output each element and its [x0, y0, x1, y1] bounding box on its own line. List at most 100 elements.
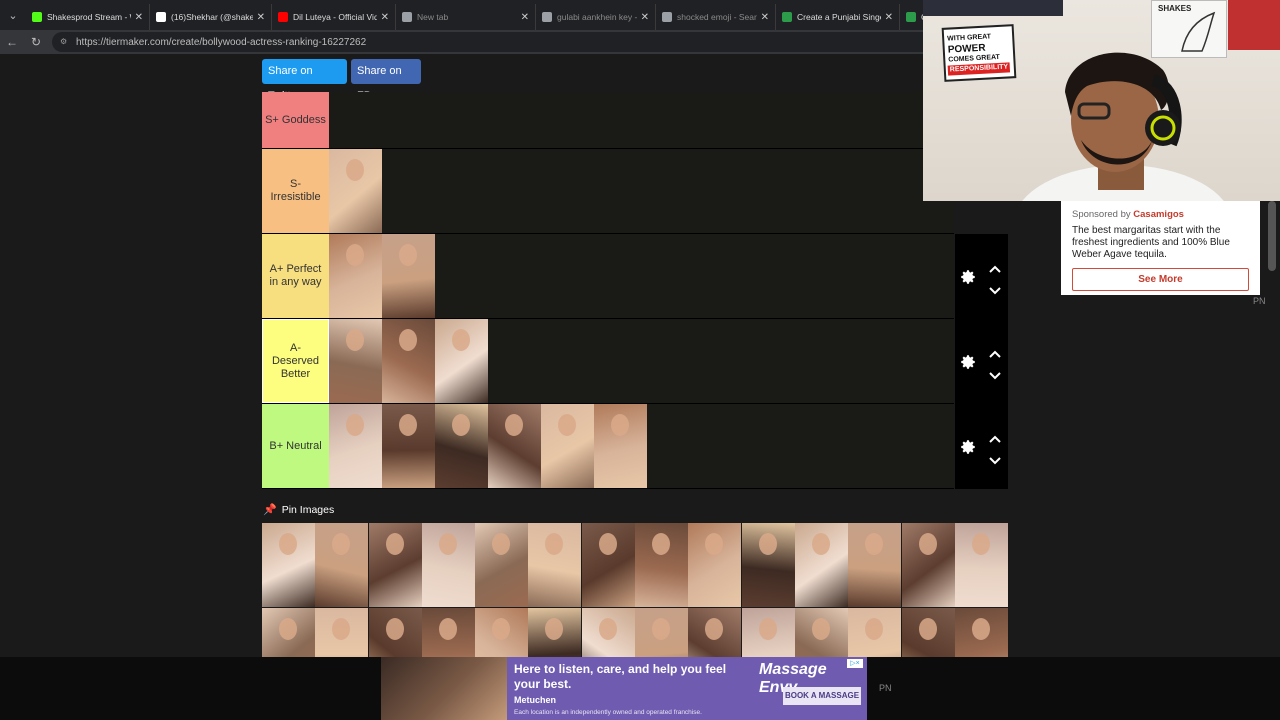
tiermaker-icon: [782, 12, 792, 22]
tier-row: S+ Goddess: [262, 92, 954, 149]
actress-image[interactable]: [581, 523, 635, 607]
actress-image[interactable]: [594, 404, 647, 488]
tab-0[interactable]: Shakesprod Stream - W ✕: [26, 4, 150, 30]
ad-headline: Here to listen, care, and help you feel …: [514, 662, 727, 691]
site-info-icon[interactable]: ⚙: [60, 37, 70, 47]
tier-items[interactable]: [329, 234, 435, 318]
pin-images-label: Pin Images: [281, 503, 335, 516]
actress-image[interactable]: [688, 523, 742, 607]
actress-image[interactable]: [421, 523, 475, 607]
sidebar-ad[interactable]: Sponsored by Casamigos The best margarit…: [1061, 201, 1260, 295]
close-tab-icon[interactable]: ✕: [381, 12, 389, 23]
tab-title: gulabi aankhein key - Se: [557, 12, 637, 22]
ad-location: Metuchen: [514, 695, 557, 705]
gear-icon[interactable]: [959, 353, 977, 371]
move-down-icon[interactable]: [989, 283, 1001, 294]
pn-label: PN: [1253, 296, 1266, 306]
actress-image[interactable]: [435, 404, 488, 488]
move-up-icon[interactable]: [989, 431, 1001, 443]
actress-image[interactable]: [901, 523, 955, 607]
book-massage-button[interactable]: BOOK A MASSAGE: [783, 687, 861, 705]
move-down-icon[interactable]: [989, 368, 1001, 379]
actress-image[interactable]: [488, 404, 541, 488]
ad-text: The best margaritas start with the fresh…: [1072, 225, 1230, 260]
tier-label[interactable]: S- Irresistible: [262, 149, 329, 233]
tier-label[interactable]: B+ Neutral: [262, 404, 329, 488]
close-tab-icon[interactable]: ✕: [761, 12, 769, 23]
move-up-icon[interactable]: [989, 346, 1001, 358]
actress-image[interactable]: [528, 523, 582, 607]
tier-controls: [955, 404, 1008, 489]
actress-image[interactable]: [794, 523, 848, 607]
actress-image[interactable]: [382, 404, 435, 488]
tab-2[interactable]: Dil Luteya - Official Vide ✕: [272, 4, 396, 30]
tier-items[interactable]: [329, 404, 647, 488]
actress-image[interactable]: [329, 404, 382, 488]
bottom-ad[interactable]: Here to listen, care, and help you feel …: [381, 657, 867, 720]
tier-label[interactable]: A+ Perfect in any way: [262, 234, 329, 318]
tab-3[interactable]: New tab ✕: [396, 4, 536, 30]
actress-image[interactable]: [382, 319, 435, 403]
tab-search-icon[interactable]: ⌄: [0, 0, 26, 30]
tiermaker-icon: [906, 12, 916, 22]
tier-row: B+ Neutral: [262, 404, 954, 489]
pn-label-bottom: PN: [879, 683, 892, 693]
actress-image[interactable]: [635, 523, 689, 607]
tier-label[interactable]: S+ Goddess: [262, 92, 329, 148]
pin-images-header[interactable]: 📌 Pin Images: [263, 503, 335, 517]
reload-icon[interactable]: ↻: [24, 35, 48, 49]
close-tab-icon[interactable]: ✕: [885, 12, 893, 23]
tier-row: S- Irresistible: [262, 149, 954, 234]
actress-image[interactable]: [329, 319, 382, 403]
actress-image[interactable]: [329, 149, 382, 233]
actress-image[interactable]: [475, 523, 529, 607]
ad-choices-icon[interactable]: ▷×: [847, 659, 863, 668]
k-icon: [32, 12, 42, 22]
actress-image[interactable]: [848, 523, 902, 607]
tier-items[interactable]: [329, 319, 488, 403]
tier-label[interactable]: A- Deserved Better: [262, 319, 329, 403]
actress-image[interactable]: [315, 523, 369, 607]
tab-4[interactable]: gulabi aankhein key - Se ✕: [536, 4, 656, 30]
tier-row: A- Deserved Better: [262, 319, 954, 404]
sponsored-line: Sponsored by Casamigos: [1072, 209, 1184, 220]
move-up-icon[interactable]: [989, 261, 1001, 273]
scrollbar[interactable]: [1268, 201, 1276, 271]
newtab-icon: [402, 12, 412, 22]
close-tab-icon[interactable]: ✕: [641, 12, 649, 23]
gear-icon[interactable]: [959, 268, 977, 286]
tab-title: Dil Luteya - Official Vide: [293, 12, 377, 22]
pin-icon: 📌: [263, 504, 277, 516]
close-tab-icon[interactable]: ✕: [521, 12, 529, 23]
back-icon[interactable]: ←: [0, 35, 24, 49]
share-fb-button[interactable]: Share on FB: [351, 59, 421, 102]
cam-poster-3: [1228, 0, 1280, 50]
move-down-icon[interactable]: [989, 453, 1001, 464]
tiktok-icon: [156, 12, 166, 22]
screen: ⌄ Shakesprod Stream - W ✕ (16)Shekhar (@sh…: [0, 0, 1280, 720]
actress-image[interactable]: [329, 234, 382, 318]
close-tab-icon[interactable]: ✕: [257, 12, 265, 23]
tier-controls: [955, 319, 1008, 404]
url-text: https://tiermaker.com/create/bollywood-a…: [76, 36, 367, 48]
see-more-button[interactable]: See More: [1072, 268, 1249, 291]
tab-title: shocked emoji - Search: [677, 12, 757, 22]
actress-image[interactable]: [262, 523, 315, 607]
url-field[interactable]: ⚙ https://tiermaker.com/create/bollywood…: [52, 32, 932, 52]
tab-6[interactable]: Create a Punjabi Singer ✕: [776, 4, 900, 30]
actress-image[interactable]: [435, 319, 488, 403]
actress-image[interactable]: [382, 234, 435, 318]
close-tab-icon[interactable]: ✕: [135, 12, 143, 23]
streamer-image: [1022, 52, 1224, 201]
tier-items[interactable]: [329, 149, 382, 233]
tier-controls: [955, 234, 1008, 319]
actress-image[interactable]: [368, 523, 422, 607]
tab-5[interactable]: shocked emoji - Search ✕: [656, 4, 776, 30]
actress-image[interactable]: [541, 404, 594, 488]
search-icon: [542, 12, 552, 22]
gear-icon[interactable]: [959, 438, 977, 456]
share-twitter-button[interactable]: Share on Twitter: [262, 59, 347, 102]
tab-1[interactable]: (16)Shekhar (@shakesp ✕: [150, 4, 272, 30]
actress-image[interactable]: [741, 523, 795, 607]
actress-image[interactable]: [954, 523, 1008, 607]
